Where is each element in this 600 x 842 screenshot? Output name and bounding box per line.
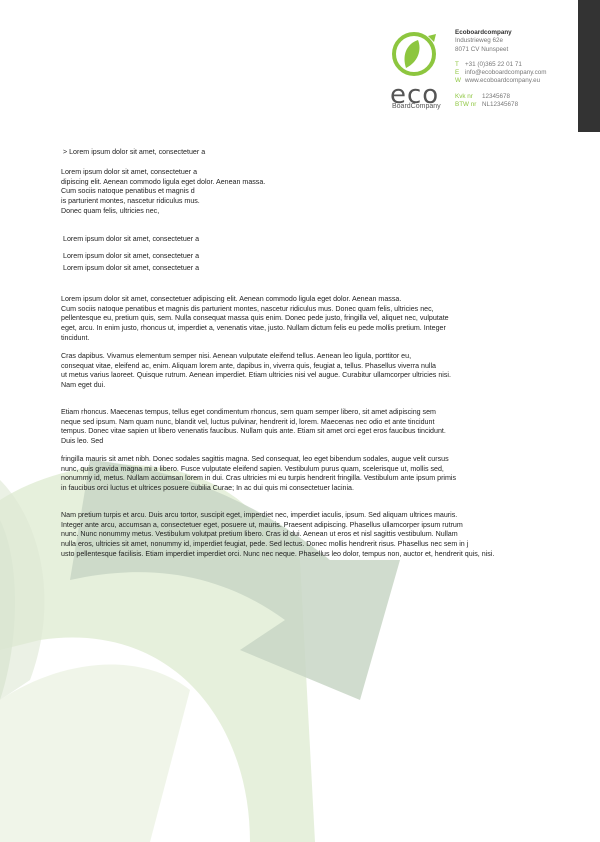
paragraph-line: usto pellentesque facilisis. Etiam imper… bbox=[61, 549, 495, 558]
address-line-2: 8071 CV Nunspeet bbox=[455, 45, 509, 53]
paragraph-line: Nam pretium turpis et arcu. Duis arcu to… bbox=[61, 511, 458, 519]
web-key: W bbox=[455, 77, 461, 85]
paragraph-2: Cras dapibus. Vivamus elementum semper n… bbox=[61, 352, 451, 391]
paragraph-line: eget, arcu. In enim justo, rhoncus ut, i… bbox=[61, 324, 446, 333]
paragraph-line: Etiam rhoncus. Maecenas tempus, tellus e… bbox=[61, 408, 436, 416]
company-name: Ecoboardcompany bbox=[455, 29, 512, 36]
email-key: E bbox=[455, 69, 460, 77]
kvk-key: Kvk nr bbox=[455, 92, 473, 100]
phone-value: +31 (0)365 22 01 71 bbox=[465, 60, 522, 68]
reference-line-1: Lorem ipsum dolor sit amet, consectetuer… bbox=[63, 235, 200, 243]
btw-key: BTW nr bbox=[455, 101, 477, 109]
address-line: is parturient montes, nascetur ridiculus… bbox=[61, 197, 200, 206]
kvk-row: Kvk nr 12345678 bbox=[455, 93, 547, 101]
paragraph-line: nunc. Nunc nonummy metus. Vestibulum vol… bbox=[61, 530, 458, 539]
paragraph-line: fringilla mauris sit amet nibh. Donec so… bbox=[61, 455, 449, 463]
paragraph-line: ut metus varius laoreet. Quisque rutrum.… bbox=[61, 371, 451, 380]
paragraph-line: pellentesque eu, pretium quis, sem. Null… bbox=[61, 314, 449, 323]
paragraph-line: nulla eros, ultricies sit amet, nonummy … bbox=[61, 540, 469, 549]
paragraph-line: nonummy id, metus. Nullam accumsan lorem… bbox=[61, 474, 457, 483]
web-row[interactable]: Wwww.ecoboardcompany.eu bbox=[455, 77, 547, 85]
paragraph-line: neque sed ipsum. Nam quam nunc, blandit … bbox=[61, 417, 435, 426]
btw-value: NL12345678 bbox=[482, 101, 519, 109]
paragraph-5: Nam pretium turpis et arcu. Duis arcu to… bbox=[61, 511, 494, 560]
reference-line-2: Lorem ipsum dolor sit amet, consectetuer… bbox=[63, 252, 200, 260]
paragraph-3: Etiam rhoncus. Maecenas tempus, tellus e… bbox=[61, 408, 446, 447]
paragraph-1: Lorem ipsum dolor sit amet, consectetuer… bbox=[61, 295, 449, 344]
paragraph-line: Nam eget dui. bbox=[61, 381, 106, 390]
address-line-1: Industrieweg 62e bbox=[455, 37, 503, 45]
paragraph-4: fringilla mauris sit amet nibh. Donec so… bbox=[61, 455, 456, 494]
paragraph-line: Integer ante arcu, accumsan a, consectet… bbox=[61, 520, 463, 529]
paragraph-line: nunc, quis gravida magna mi a libero. Fu… bbox=[61, 464, 444, 473]
paragraph-line: Cras dapibus. Vivamus elementum semper n… bbox=[61, 352, 412, 360]
address-line: Donec quam felis, ultricies nec, bbox=[61, 206, 160, 215]
contact-block: Ecoboardcompany Industrieweg 62e 8071 CV… bbox=[455, 29, 547, 109]
paragraph-line: tincidunt. bbox=[61, 333, 90, 342]
address-line: Cum sociis natoque penatibus et magnis d bbox=[61, 187, 195, 196]
watermark-arrow-pale bbox=[0, 664, 190, 842]
logo-subtitle: BoardCompany bbox=[392, 103, 441, 110]
paragraph-line: Lorem ipsum dolor sit amet, consectetuer… bbox=[61, 295, 402, 303]
address-line: Lorem ipsum dolor sit amet, consectetuer… bbox=[61, 168, 198, 176]
btw-row: BTW nr NL12345678 bbox=[455, 101, 547, 109]
email-row[interactable]: Einfo@ecoboardcompany.com bbox=[455, 69, 547, 77]
paragraph-line: consequat vitae, eleifend ac, enim. Aliq… bbox=[61, 361, 436, 370]
paragraph-line: tempus. Donec vitae sapien ut libero ven… bbox=[61, 427, 446, 436]
reference-line-3: Lorem ipsum dolor sit amet, consectetuer… bbox=[63, 264, 200, 272]
email-value[interactable]: info@ecoboardcompany.com bbox=[465, 69, 547, 76]
phone-row: T +31 (0)365 22 01 71 bbox=[455, 61, 547, 69]
web-value[interactable]: www.ecoboardcompany.eu bbox=[465, 77, 540, 84]
address-line: dipiscing elit. Aenean commodo ligula eg… bbox=[61, 177, 266, 186]
phone-key: T bbox=[455, 60, 459, 68]
kvk-value: 12345678 bbox=[482, 92, 511, 100]
recipient-address: Lorem ipsum dolor sit amet, consectetuer… bbox=[61, 168, 265, 217]
paragraph-line: Duis leo. Sed bbox=[61, 437, 104, 446]
paragraph-line: Cum sociis natoque penatibus et magnis d… bbox=[61, 304, 434, 313]
paragraph-line: in faucibus orci luctus et ultrices posu… bbox=[61, 484, 354, 493]
side-tab bbox=[578, 0, 600, 132]
subject-line: > Lorem ipsum dolor sit amet, consectetu… bbox=[63, 148, 206, 156]
